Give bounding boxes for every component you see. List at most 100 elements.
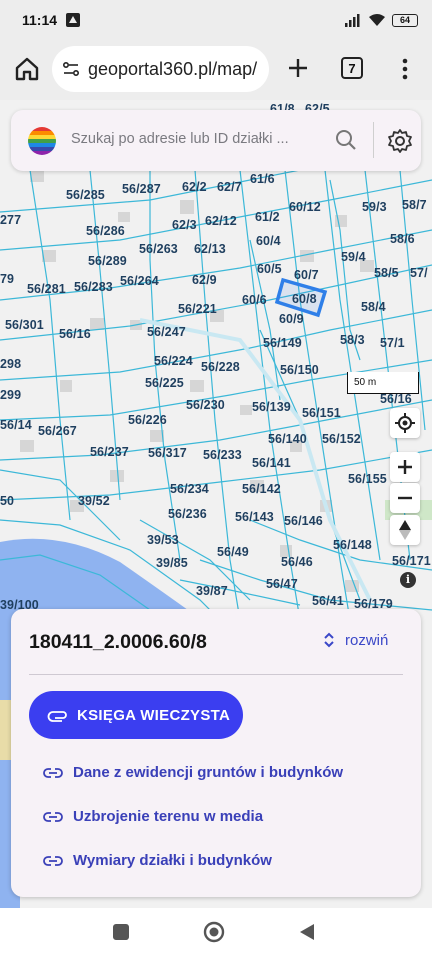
parcel-label: 56/143 bbox=[235, 510, 274, 524]
status-time: 11:14 bbox=[22, 12, 58, 28]
wifi-icon bbox=[369, 14, 385, 26]
link-cadastral-label: Dane z ewidencji gruntów i budynków bbox=[73, 764, 344, 781]
parcel-label: 299 bbox=[0, 388, 22, 402]
parcel-label: 56/155 bbox=[348, 472, 387, 486]
sheet-divider bbox=[29, 674, 403, 675]
search-icon[interactable] bbox=[334, 128, 358, 152]
parcel-label: 56/287 bbox=[122, 182, 161, 196]
plus-icon bbox=[398, 460, 412, 474]
url-text: geoportal360.pl/map/ bbox=[88, 58, 258, 79]
link-dimensions[interactable]: Wymiary działki i budynków bbox=[43, 852, 272, 869]
link-icon bbox=[43, 811, 63, 822]
parcel-label: 60/7 bbox=[294, 268, 319, 282]
parcel-label: 56/151 bbox=[302, 406, 341, 420]
home-icon[interactable] bbox=[14, 56, 40, 82]
parcel-label: 56/171 bbox=[392, 554, 431, 568]
zoom-in-button[interactable] bbox=[390, 452, 420, 482]
parcel-label: 56/49 bbox=[217, 545, 249, 559]
parcel-label: 56/237 bbox=[90, 445, 129, 459]
home-nav-icon[interactable] bbox=[203, 921, 225, 943]
parcel-label: 39/52 bbox=[78, 494, 110, 508]
parcel-label: 39/53 bbox=[147, 533, 179, 547]
parcel-label: 62/13 bbox=[194, 242, 226, 256]
land-register-label: KSIĘGA WIECZYSTA bbox=[77, 706, 231, 724]
parcel-label: 59/3 bbox=[362, 200, 387, 214]
notification-icon bbox=[66, 13, 81, 27]
map-scale: 50 m bbox=[347, 372, 419, 394]
browser-toolbar: geoportal360.pl/map/ 7 bbox=[0, 40, 432, 100]
parcel-label: 60/6 bbox=[242, 293, 267, 307]
expand-button[interactable]: rozwiń bbox=[323, 631, 388, 649]
parcel-info-sheet: 180411_2.0006.60/8 rozwiń KSIĘGA WIECZYS… bbox=[11, 609, 421, 897]
system-nav-bar bbox=[0, 908, 432, 960]
parcel-label: 39/85 bbox=[156, 556, 188, 570]
parcel-label: 60/5 bbox=[257, 262, 282, 276]
search-bar[interactable]: Szukaj po adresie lub ID działki ... bbox=[11, 110, 421, 171]
gear-icon[interactable] bbox=[387, 128, 413, 154]
parcel-label: 56/221 bbox=[178, 302, 217, 316]
locate-button[interactable] bbox=[390, 408, 420, 438]
parcel-label: 56/289 bbox=[88, 254, 127, 268]
parcel-label: 56/14 bbox=[0, 418, 32, 432]
parcel-label: 56/225 bbox=[145, 376, 184, 390]
link-icon bbox=[43, 767, 63, 778]
tab-switcher-button[interactable]: 7 bbox=[341, 57, 363, 79]
parcel-label: 56/301 bbox=[5, 318, 44, 332]
recents-icon[interactable] bbox=[112, 923, 130, 941]
expand-label: rozwiń bbox=[345, 631, 389, 649]
parcel-label: 56/263 bbox=[139, 242, 178, 256]
parcel-label: 56/283 bbox=[74, 280, 113, 294]
new-tab-icon[interactable] bbox=[286, 56, 310, 80]
compass-icon bbox=[399, 520, 411, 540]
parcel-label: 58/4 bbox=[361, 300, 386, 314]
parcel-label: 50 bbox=[0, 494, 15, 508]
expand-chevrons-icon bbox=[324, 632, 334, 648]
parcel-id: 180411_2.0006.60/8 bbox=[29, 631, 207, 653]
parcel-label: 59/4 bbox=[341, 250, 366, 264]
parcel-label: 277 bbox=[0, 213, 22, 227]
parcel-label: 56/148 bbox=[333, 538, 372, 552]
land-register-button[interactable]: KSIĘGA WIECZYSTA bbox=[29, 691, 243, 739]
parcel-label: 58/7 bbox=[402, 198, 427, 212]
link-utilities[interactable]: Uzbrojenie terenu w media bbox=[43, 808, 263, 825]
parcel-label: 62/12 bbox=[205, 214, 237, 228]
compass-button[interactable] bbox=[390, 515, 420, 545]
search-input[interactable]: Szukaj po adresie lub ID działki ... bbox=[71, 131, 289, 147]
parcel-label: 56/226 bbox=[128, 413, 167, 427]
geoportal-logo-icon bbox=[28, 127, 56, 155]
parcel-label: 61/6 bbox=[250, 172, 275, 186]
zoom-out-button[interactable] bbox=[390, 483, 420, 513]
parcel-label: 60/9 bbox=[279, 312, 304, 326]
parcel-label: 61/2 bbox=[255, 210, 280, 224]
parcel-label: 56/41 bbox=[312, 594, 344, 608]
parcel-label: 56/46 bbox=[281, 555, 313, 569]
minus-icon bbox=[398, 496, 412, 500]
parcel-label: 56/224 bbox=[154, 354, 193, 368]
parcel-label: 56/140 bbox=[268, 432, 307, 446]
parcel-label: 56/141 bbox=[252, 456, 291, 470]
parcel-label: 58/6 bbox=[390, 232, 415, 246]
parcel-label: 56/267 bbox=[38, 424, 77, 438]
parcel-label: 56/264 bbox=[120, 274, 159, 288]
link-cadastral-data[interactable]: Dane z ewidencji gruntów i budynków bbox=[43, 764, 343, 781]
parcel-label: 56/16 bbox=[59, 327, 91, 341]
info-icon[interactable]: i bbox=[400, 572, 416, 588]
parcel-label: 56/150 bbox=[280, 363, 319, 377]
back-icon[interactable] bbox=[298, 923, 316, 941]
parcel-label: 58/5 bbox=[374, 266, 399, 280]
parcel-label: 39/87 bbox=[196, 584, 228, 598]
parcel-label: 56/230 bbox=[186, 398, 225, 412]
address-bar[interactable]: geoportal360.pl/map/ bbox=[52, 46, 269, 92]
parcel-label: 56/149 bbox=[263, 336, 302, 350]
parcel-label: 60/12 bbox=[289, 200, 321, 214]
parcel-label: 56/285 bbox=[66, 188, 105, 202]
locate-icon bbox=[395, 413, 415, 433]
parcel-label: 56/236 bbox=[168, 507, 207, 521]
parcel-label: 56/16 bbox=[380, 392, 412, 406]
parcel-label: 60/4 bbox=[256, 234, 281, 248]
parcel-label: 56/286 bbox=[86, 224, 125, 238]
site-settings-icon[interactable] bbox=[62, 60, 80, 78]
more-menu-icon[interactable] bbox=[398, 56, 412, 82]
parcel-label: 58/3 bbox=[340, 333, 365, 347]
parcel-label: 56/233 bbox=[203, 448, 242, 462]
